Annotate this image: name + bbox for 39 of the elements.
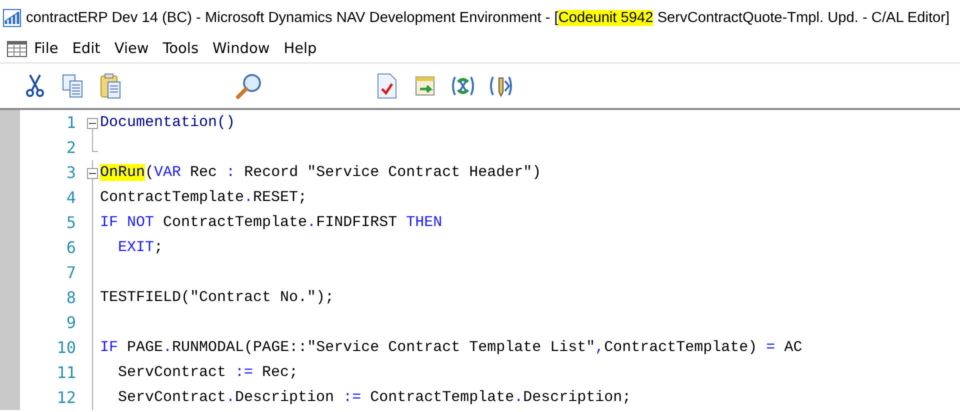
code-line: IF PAGE.RUNMODAL(PAGE::"Service Contract Template List",ContractTemplate) = AC — [100, 339, 802, 356]
clipboard-icon — [100, 73, 122, 99]
line-number: 5 — [65, 213, 76, 232]
collapse-icon[interactable] — [87, 118, 98, 129]
menu-item[interactable]: Window — [206, 41, 277, 57]
collapse-icon[interactable] — [87, 168, 98, 179]
menu-item[interactable]: Help — [276, 41, 324, 57]
pencil-icon — [488, 74, 514, 98]
menu-item[interactable]: View — [107, 41, 156, 57]
code-line: ServContract := Rec; — [117, 364, 298, 381]
code-line: ServContract.Description := ContractTemplate.Description; — [117, 389, 632, 406]
code-line: OnRun(VAR Rec : Record "Service Contract Header") — [100, 164, 542, 181]
menu-item[interactable]: File — [27, 41, 66, 57]
line-number: 2 — [65, 138, 76, 157]
search-icon — [236, 73, 262, 99]
line-number: 9 — [65, 313, 76, 332]
copy-icon — [62, 74, 84, 98]
code-line: TESTFIELD("Contract No."); — [100, 289, 334, 306]
sync-icon — [450, 74, 476, 98]
line-number: 10 — [56, 338, 76, 357]
scissors-icon — [26, 74, 44, 98]
line-number: 11 — [56, 363, 76, 382]
line-number: 1 — [65, 113, 76, 132]
table-icon[interactable] — [7, 41, 27, 57]
line-number: 8 — [65, 288, 76, 307]
line-number: 3 — [65, 163, 76, 182]
code-line: Documentation() — [100, 114, 236, 131]
line-number: 4 — [65, 188, 76, 207]
code-line: EXIT; — [117, 239, 164, 256]
app-logo-icon — [3, 9, 21, 27]
code-line: IF NOT ContractTemplate.FINDFIRST THEN — [100, 214, 442, 231]
code-line: ContractTemplate.RESET; — [100, 189, 308, 206]
menu-item[interactable]: Edit — [65, 41, 108, 57]
line-number: 7 — [65, 263, 76, 282]
checked-document-icon — [377, 73, 397, 99]
line-number: 12 — [56, 388, 76, 407]
line-number: 6 — [65, 238, 76, 257]
menu-item[interactable]: Tools — [156, 41, 206, 57]
window-title: contractERP Dev 14 (BC) - Microsoft Dynamics NAV Development Environment - [Codeunit 5942 ServContractQuote-Tmpl. Upd. - C/AL Editor] — [26, 10, 950, 26]
